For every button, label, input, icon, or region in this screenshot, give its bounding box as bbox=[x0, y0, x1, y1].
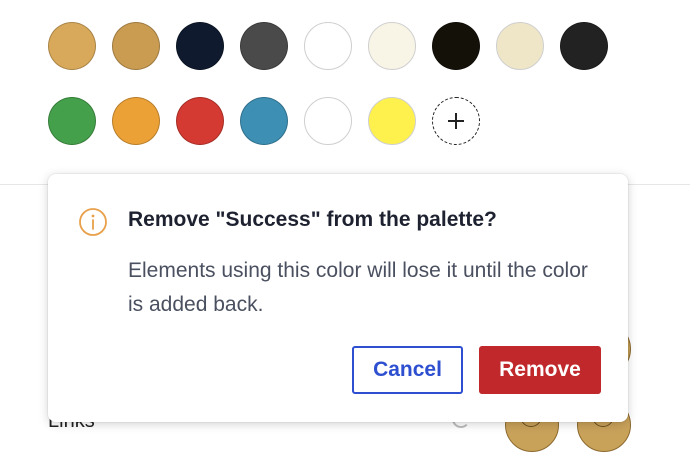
swatch-white-2[interactable] bbox=[304, 97, 352, 145]
info-circle-icon bbox=[79, 208, 107, 236]
swatch-cream[interactable] bbox=[496, 22, 544, 70]
swatch-navy[interactable] bbox=[176, 22, 224, 70]
dialog-title: Remove "Success" from the palette? bbox=[128, 208, 497, 231]
add-color-button[interactable] bbox=[432, 97, 480, 145]
swatch-yellow[interactable] bbox=[368, 97, 416, 145]
palette-row-1 bbox=[48, 22, 608, 70]
swatch-ivory[interactable] bbox=[368, 22, 416, 70]
swatch-dark-gray[interactable] bbox=[240, 22, 288, 70]
swatch-gold[interactable] bbox=[48, 22, 96, 70]
dialog-body: Elements using this color will lose it u… bbox=[128, 259, 588, 316]
confirm-remove-dialog: Remove "Success" from the palette? Eleme… bbox=[48, 174, 628, 422]
palette-row-2 bbox=[48, 97, 480, 145]
swatch-black-olive[interactable] bbox=[432, 22, 480, 70]
remove-button[interactable]: Remove bbox=[479, 346, 601, 394]
swatch-orange[interactable] bbox=[112, 97, 160, 145]
swatch-charcoal[interactable] bbox=[560, 22, 608, 70]
swatch-ochre[interactable] bbox=[112, 22, 160, 70]
plus-icon bbox=[448, 113, 464, 129]
swatch-teal-blue[interactable] bbox=[240, 97, 288, 145]
swatch-red[interactable] bbox=[176, 97, 224, 145]
cancel-button[interactable]: Cancel bbox=[352, 346, 463, 394]
swatch-green[interactable] bbox=[48, 97, 96, 145]
swatch-white[interactable] bbox=[304, 22, 352, 70]
